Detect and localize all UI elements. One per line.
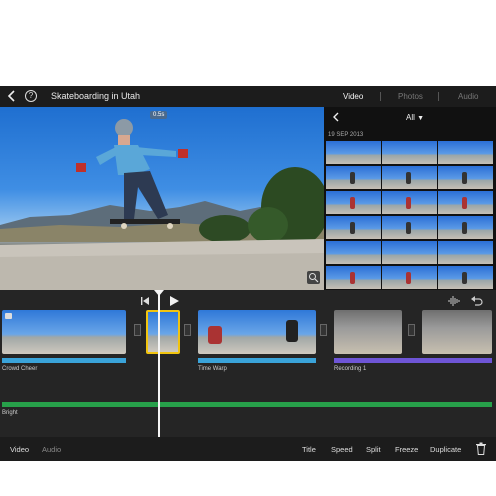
title-button[interactable]: Title	[302, 445, 316, 454]
thumbnail[interactable]	[438, 166, 493, 189]
viewer-frame-image	[0, 119, 324, 290]
clip-audio-bar[interactable]	[2, 358, 126, 363]
thumbnail[interactable]	[382, 191, 437, 214]
bottom-tab-audio[interactable]: Audio	[42, 445, 61, 454]
title-badge-icon	[5, 313, 12, 319]
video-clip[interactable]	[422, 310, 492, 354]
audio-label-time-warp: Time Warp	[198, 366, 227, 372]
thumbnail[interactable]	[438, 266, 493, 289]
thumbnail[interactable]	[326, 216, 381, 239]
play-icon[interactable]	[168, 295, 180, 307]
audio-label-recording: Recording 1	[334, 366, 367, 372]
chevron-left-icon[interactable]	[6, 90, 18, 102]
help-icon[interactable]: ?	[25, 90, 37, 102]
thumbnail[interactable]	[382, 141, 437, 164]
trash-icon[interactable]	[476, 442, 486, 455]
transition-marker[interactable]	[134, 324, 141, 336]
audio-label-crowd-cheer: Crowd Cheer	[2, 366, 38, 372]
media-tabs: Video Photos Audio	[324, 86, 496, 107]
thumbnail[interactable]	[382, 166, 437, 189]
filter-dropdown[interactable]: All ▼	[406, 113, 424, 122]
transition-marker[interactable]	[184, 324, 191, 336]
tab-photos[interactable]: Photos	[398, 92, 423, 101]
audio-waveform-icon[interactable]	[448, 296, 460, 306]
selected-video-clip[interactable]	[146, 310, 180, 354]
thumbnail[interactable]	[326, 141, 381, 164]
caret-down-icon: ▼	[417, 115, 425, 122]
time-badge: 0.5s	[150, 111, 168, 119]
music-track-bar[interactable]	[2, 402, 492, 407]
thumbnail[interactable]	[382, 266, 437, 289]
thumbnail[interactable]	[438, 216, 493, 239]
timeline[interactable]: Crowd Cheer Time Warp Recording 1 Bright	[0, 290, 496, 437]
skater-figure	[286, 320, 298, 342]
tab-divider	[380, 92, 381, 101]
thumbnail[interactable]	[326, 266, 381, 289]
duplicate-button[interactable]: Duplicate	[430, 445, 461, 454]
browser-header: All ▼	[324, 107, 496, 127]
music-label: Bright	[2, 410, 18, 416]
recording-bar[interactable]	[334, 358, 492, 363]
chevron-left-icon[interactable]	[332, 112, 340, 122]
video-clip[interactable]	[334, 310, 402, 354]
thumbnail[interactable]	[438, 241, 493, 264]
media-browser: All ▼ 19 SEP 2013	[324, 107, 496, 290]
thumbnail-grid	[326, 141, 494, 290]
thumbnail[interactable]	[382, 216, 437, 239]
skip-to-start-icon[interactable]	[140, 296, 150, 306]
skater-figure	[208, 326, 222, 344]
thumbnail[interactable]	[326, 166, 381, 189]
project-title: Skateboarding in Utah	[51, 91, 141, 101]
playhead[interactable]	[158, 290, 160, 437]
filter-label: All	[406, 113, 415, 122]
transition-marker[interactable]	[320, 324, 327, 336]
thumbnail[interactable]	[438, 191, 493, 214]
clip-audio-bar[interactable]	[198, 358, 316, 363]
video-clip[interactable]	[2, 310, 126, 354]
video-viewer[interactable]: 0.5s	[0, 107, 324, 290]
thumbnail[interactable]	[326, 241, 381, 264]
video-clip[interactable]	[198, 310, 316, 354]
transition-marker[interactable]	[408, 324, 415, 336]
top-bar: ? Skateboarding in Utah Video Photos Aud…	[0, 86, 496, 107]
tab-divider	[438, 92, 439, 101]
thumbnail[interactable]	[382, 241, 437, 264]
imovie-editor: ? Skateboarding in Utah Video Photos Aud…	[0, 86, 496, 461]
freeze-button[interactable]: Freeze	[395, 445, 418, 454]
zoom-icon[interactable]	[307, 271, 320, 284]
tab-video[interactable]: Video	[343, 92, 363, 101]
bottom-tab-video[interactable]: Video	[10, 445, 29, 454]
bottom-toolbar: Video Audio Title Speed Split Freeze Dup…	[0, 437, 496, 461]
thumbnail[interactable]	[438, 141, 493, 164]
speed-button[interactable]: Speed	[331, 445, 353, 454]
undo-icon[interactable]	[471, 295, 483, 306]
tab-audio[interactable]: Audio	[458, 92, 478, 101]
date-header: 19 SEP 2013	[328, 132, 364, 138]
split-button[interactable]: Split	[366, 445, 381, 454]
thumbnail[interactable]	[326, 191, 381, 214]
